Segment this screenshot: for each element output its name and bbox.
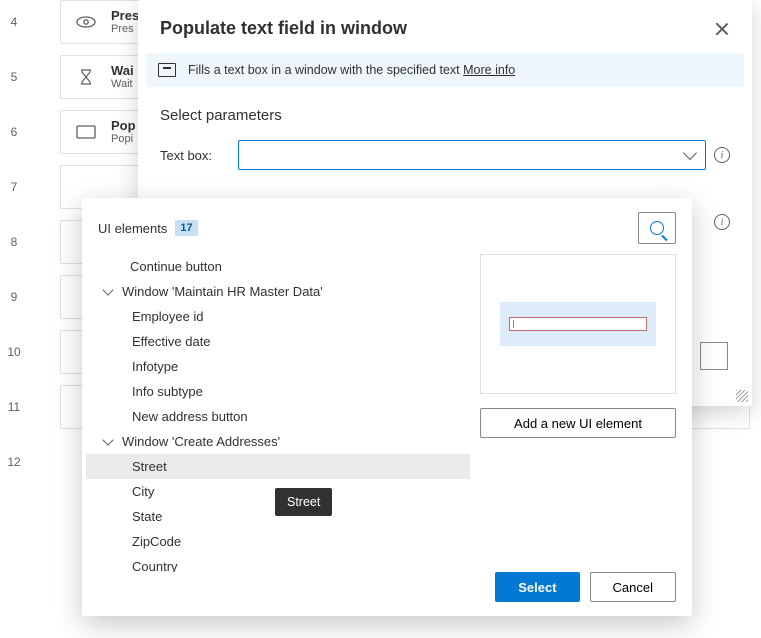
preview-thumbnail [500, 302, 656, 346]
step-number: 6 [0, 125, 28, 139]
tree-group[interactable]: Window 'Create Addresses' [86, 429, 470, 454]
tree-group[interactable]: Window 'Maintain HR Master Data' [86, 279, 470, 304]
tree-item[interactable]: Info subtype [86, 379, 470, 404]
tree-item[interactable]: Country [86, 554, 470, 572]
tree-item[interactable]: Infotype [86, 354, 470, 379]
tree-item[interactable]: Employee id [86, 304, 470, 329]
flow-step-subtitle: Popi [111, 133, 136, 146]
add-ui-element-button[interactable]: Add a new UI element [480, 408, 676, 438]
search-button[interactable] [638, 212, 676, 244]
resize-handle-icon[interactable] [736, 390, 748, 402]
help-icon[interactable]: i [714, 214, 730, 230]
tree-item[interactable]: Continue button [86, 254, 470, 279]
select-button[interactable]: Select [495, 572, 579, 602]
step-number: 10 [0, 345, 28, 359]
preview-pane: Add a new UI element [470, 254, 692, 572]
section-title: Select parameters [138, 87, 752, 136]
info-bar: Fills a text box in a window with the sp… [146, 53, 744, 87]
tree-item-street[interactable]: Street [86, 454, 470, 479]
ui-element-tree[interactable]: Continue button Window 'Maintain HR Mast… [86, 254, 470, 572]
step-number: 12 [0, 455, 28, 469]
tree-item[interactable]: ZipCode [86, 529, 470, 554]
flow-step-subtitle: Pres [111, 23, 139, 36]
click-icon [75, 11, 97, 33]
modal-title: Populate text field in window [160, 18, 407, 39]
search-icon [650, 221, 664, 235]
preview-field-highlight [509, 317, 647, 331]
flow-step-title: Pres [111, 8, 139, 24]
chevron-down-icon [102, 434, 113, 445]
chevron-down-icon [102, 284, 113, 295]
element-preview [480, 254, 676, 394]
help-icon[interactable]: i [714, 147, 730, 163]
textbox-icon [75, 121, 97, 143]
variable-picker-button[interactable] [700, 342, 728, 370]
step-number: 8 [0, 235, 28, 249]
ui-elements-picker: UI elements 17 Continue button Window 'M… [82, 198, 692, 616]
info-text: Fills a text box in a window with the sp… [188, 63, 463, 77]
close-icon[interactable] [714, 21, 730, 37]
chevron-down-icon [683, 146, 697, 160]
step-number: 5 [0, 70, 28, 84]
param-label-textbox: Text box: [160, 148, 230, 163]
step-number: 4 [0, 15, 28, 29]
step-number: 11 [0, 400, 28, 414]
flyout-title: UI elements [98, 221, 167, 236]
tree-item[interactable]: Effective date [86, 329, 470, 354]
flow-step-title: Wai [111, 63, 134, 79]
info-textbox-icon [158, 63, 176, 77]
cancel-button[interactable]: Cancel [590, 572, 676, 602]
textbox-selector-input[interactable] [238, 140, 706, 170]
tree-item[interactable]: New address button [86, 404, 470, 429]
step-number: 9 [0, 290, 28, 304]
flow-step-subtitle: Wait [111, 78, 134, 91]
element-count-badge: 17 [175, 220, 197, 236]
tooltip: Street [275, 488, 332, 516]
more-info-link[interactable]: More info [463, 63, 515, 77]
flow-step-title: Pop [111, 118, 136, 134]
step-number: 7 [0, 180, 28, 194]
hourglass-icon [75, 66, 97, 88]
